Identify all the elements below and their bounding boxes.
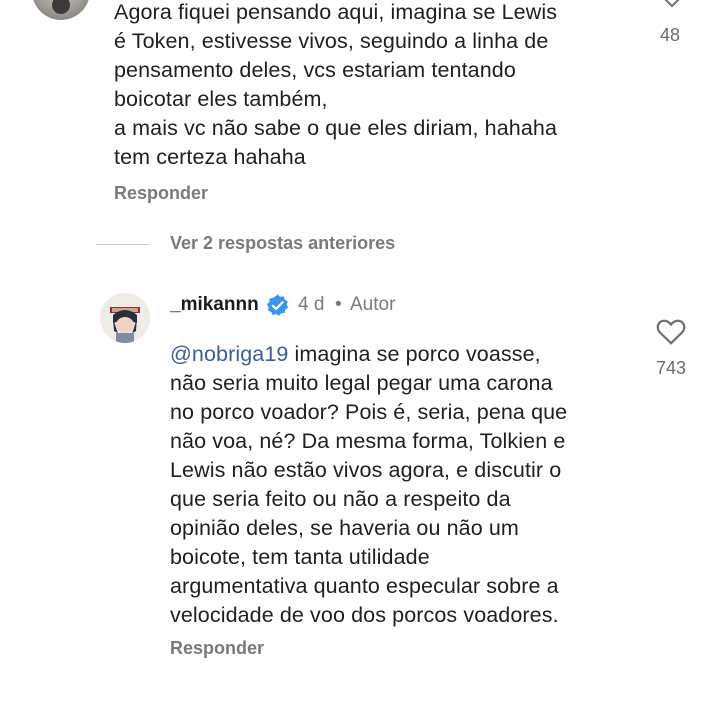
reply-button[interactable]: Responder — [170, 638, 264, 659]
heart-icon[interactable] — [656, 318, 686, 346]
thread-divider — [96, 244, 150, 245]
avatar[interactable] — [32, 0, 90, 20]
like-count: 743 — [655, 358, 687, 378]
avatar[interactable] — [100, 293, 150, 343]
reply-button[interactable]: Responder — [114, 183, 208, 204]
timestamp: 4 d — [298, 294, 325, 315]
username[interactable]: _mikannn — [170, 294, 259, 316]
comment-text: Agora fiquei pensando aqui, imagina se L… — [114, 0, 558, 169]
heart-icon[interactable] — [660, 0, 684, 8]
comment-text: @nobriga19 imagina se porco voasse, não … — [170, 342, 568, 627]
verified-badge-icon — [266, 294, 289, 316]
avatar-illustration — [100, 293, 150, 343]
author-label: Autor — [350, 294, 396, 315]
like-count: 48 — [659, 25, 681, 45]
view-previous-replies-button[interactable]: Ver 2 respostas anteriores — [170, 233, 395, 254]
separator-dot: • — [335, 294, 342, 315]
mention-link[interactable]: @nobriga19 — [170, 342, 288, 366]
